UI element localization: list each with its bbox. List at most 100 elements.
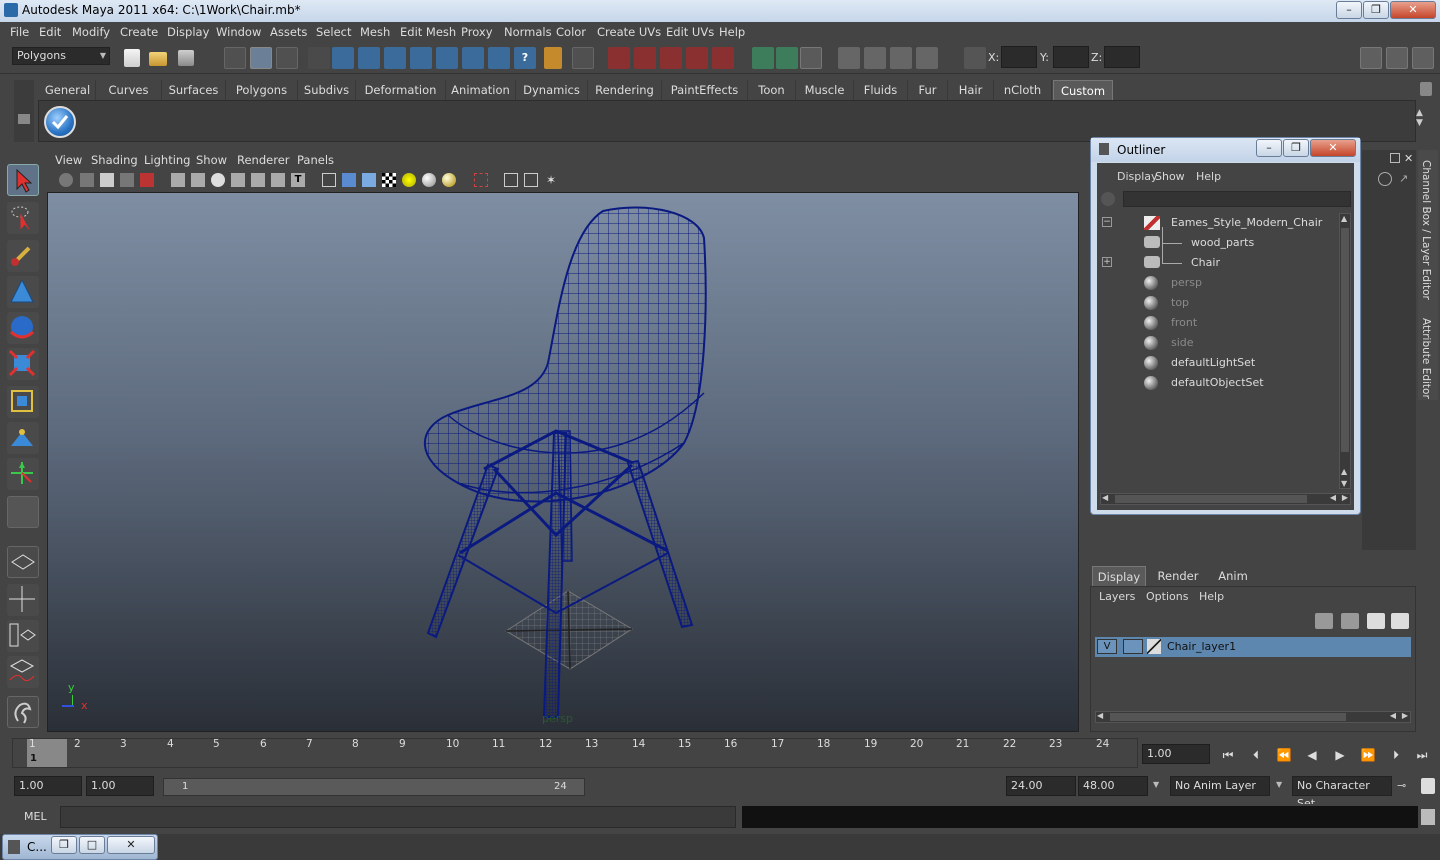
move-layer-up-icon[interactable] [1315, 613, 1333, 629]
curves-mask-icon[interactable] [384, 47, 406, 69]
layer-tab-anim[interactable]: Anim [1210, 566, 1256, 586]
outliner-menu-display[interactable]: Display [1117, 170, 1158, 183]
outliner-item-eames-chair[interactable]: Eames_Style_Modern_Chair [1171, 216, 1322, 229]
tool-settings-toggle-icon[interactable] [1386, 47, 1408, 69]
scroll-right-icon[interactable]: ▶ [1402, 711, 1408, 720]
outliner-item-chair[interactable]: Chair [1191, 256, 1220, 269]
animation-preferences-icon[interactable] [1421, 778, 1435, 794]
play-forwards-icon[interactable]: ▶ [1332, 747, 1348, 763]
layer-tab-render[interactable]: Render [1150, 566, 1206, 586]
image-plane-icon[interactable] [120, 173, 134, 187]
tab-animation[interactable]: Animation [446, 80, 516, 100]
paint-select-tool-icon[interactable] [7, 240, 39, 272]
playback-start-time-field[interactable]: 1.00 [86, 776, 154, 796]
channel-box-tab[interactable]: Channel Box / Layer Editor [1420, 160, 1432, 300]
scroll-down-icon[interactable]: ▼ [1416, 118, 1430, 128]
tab-painteffects[interactable]: PaintEffects [662, 80, 748, 100]
new-layer-icon[interactable] [1367, 613, 1385, 629]
outliner-item-persp[interactable]: persp [1171, 276, 1202, 289]
playback-end-time-field[interactable]: 24.00 [1006, 776, 1076, 796]
scroll-right-icon[interactable]: ▶ [1342, 493, 1348, 502]
safe-action-icon[interactable] [271, 173, 285, 187]
layer-horizontal-scrollbar[interactable]: ◀ ◀ ▶ [1095, 711, 1411, 723]
range-slider[interactable]: 1 24 [163, 778, 585, 796]
single-perspective-layout-icon[interactable] [7, 546, 39, 578]
select-by-component-icon[interactable] [276, 47, 298, 69]
layer-color-swatch-icon[interactable] [1147, 639, 1161, 654]
render-view-icon[interactable] [838, 47, 860, 69]
tab-subdivs[interactable]: Subdivs [298, 80, 356, 100]
menu-select[interactable]: Select [316, 25, 351, 39]
select-by-hierarchy-icon[interactable] [224, 47, 246, 69]
tab-rendering[interactable]: Rendering [588, 80, 662, 100]
outliner-filter-icon[interactable] [1101, 192, 1115, 206]
attribute-editor-toggle-icon[interactable] [1360, 47, 1382, 69]
menu-modify[interactable]: Modify [72, 25, 110, 39]
chevron-down-icon[interactable]: ▼ [1153, 780, 1159, 789]
y-field[interactable] [1053, 46, 1089, 68]
lock-selection-icon[interactable] [544, 47, 562, 69]
rendering-mask-icon[interactable] [488, 47, 510, 69]
outliner-item-default-light-set[interactable]: defaultLightSet [1171, 356, 1255, 369]
scroll-down-icon[interactable]: ▼ [1341, 479, 1347, 488]
maximize-button[interactable]: ❐ [1363, 1, 1389, 19]
hypershade-layout-icon[interactable] [7, 696, 39, 728]
attribute-editor-tab[interactable]: Attribute Editor [1420, 318, 1432, 399]
menu-display[interactable]: Display [167, 25, 209, 39]
high-quality-icon[interactable]: ✶ [544, 173, 558, 187]
close-button[interactable]: ✕ [1390, 1, 1436, 19]
outliner-item-wood-parts[interactable]: wood_parts [1191, 236, 1254, 249]
x-field[interactable] [1001, 46, 1037, 68]
tab-deformation[interactable]: Deformation [356, 80, 446, 100]
maximize-button[interactable]: □ [79, 836, 105, 854]
outliner-titlebar[interactable]: Outliner – ❐ ✕ [1091, 138, 1360, 162]
step-back-frame-icon[interactable]: ⏴ [1248, 747, 1264, 763]
show-manipulator-icon[interactable] [7, 458, 39, 490]
outliner-item-front[interactable]: front [1171, 316, 1197, 329]
character-set-dropdown[interactable]: No Character Set [1292, 776, 1392, 810]
input-operations-icon[interactable] [752, 47, 774, 69]
menu-create-uvs[interactable]: Create UVs [597, 25, 661, 39]
minimize-button[interactable]: – [1336, 1, 1362, 19]
menu-edit-mesh[interactable]: Edit Mesh [400, 25, 456, 39]
outliner-item-top[interactable]: top [1171, 296, 1189, 309]
last-tool-slot[interactable] [7, 496, 39, 528]
tab-curves[interactable]: Curves [96, 80, 162, 100]
restore-up-button[interactable]: ❐ [51, 836, 77, 854]
tab-dynamics[interactable]: Dynamics [516, 80, 588, 100]
panel-menu-lighting[interactable]: Lighting [144, 153, 190, 167]
scroll-left-icon[interactable]: ◀ [1097, 711, 1103, 720]
menu-color[interactable]: Color [556, 25, 586, 39]
go-to-start-icon[interactable]: ⏮ [1220, 747, 1236, 763]
z-field[interactable] [1104, 46, 1140, 68]
snap-to-view-plane-icon[interactable] [686, 47, 708, 69]
outliner-item-default-object-set[interactable]: defaultObjectSet [1171, 376, 1264, 389]
menu-help[interactable]: Help [719, 25, 745, 39]
menu-file[interactable]: File [10, 25, 29, 39]
x-ray-icon[interactable] [504, 173, 518, 187]
select-tool-icon[interactable] [7, 164, 39, 196]
outliner-close-button[interactable]: ✕ [1310, 139, 1356, 157]
menu-edit-uvs[interactable]: Edit UVs [666, 25, 714, 39]
animation-end-time-field[interactable]: 48.00 [1078, 776, 1148, 796]
minimized-window-tab[interactable]: C... ❐ □ ✕ [2, 834, 158, 860]
select-camera-icon[interactable] [59, 173, 73, 187]
universal-manipulator-icon[interactable] [7, 386, 39, 418]
outliner-menu-help[interactable]: Help [1196, 170, 1221, 183]
layer-editor-icon[interactable]: ↗ [1399, 172, 1413, 186]
menu-mesh[interactable]: Mesh [360, 25, 390, 39]
scroll-up-icon[interactable]: ▲ [1341, 467, 1347, 476]
layer-row-chair-layer1[interactable]: V Chair_layer1 [1095, 637, 1411, 657]
layer-menu-help[interactable]: Help [1199, 590, 1224, 603]
outliner-item-side[interactable]: side [1171, 336, 1194, 349]
menu-edit[interactable]: Edit [39, 25, 61, 39]
render-current-frame-icon[interactable] [864, 47, 886, 69]
bookmarks-icon[interactable] [100, 173, 114, 187]
new-scene-icon[interactable] [124, 49, 140, 67]
save-scene-icon[interactable] [178, 50, 194, 66]
x-ray-joints-icon[interactable] [524, 173, 538, 187]
all-lights-icon[interactable] [422, 173, 436, 187]
move-tool-icon[interactable] [7, 276, 39, 308]
panel-menu-show[interactable]: Show [196, 153, 227, 167]
tab-surfaces[interactable]: Surfaces [162, 80, 226, 100]
